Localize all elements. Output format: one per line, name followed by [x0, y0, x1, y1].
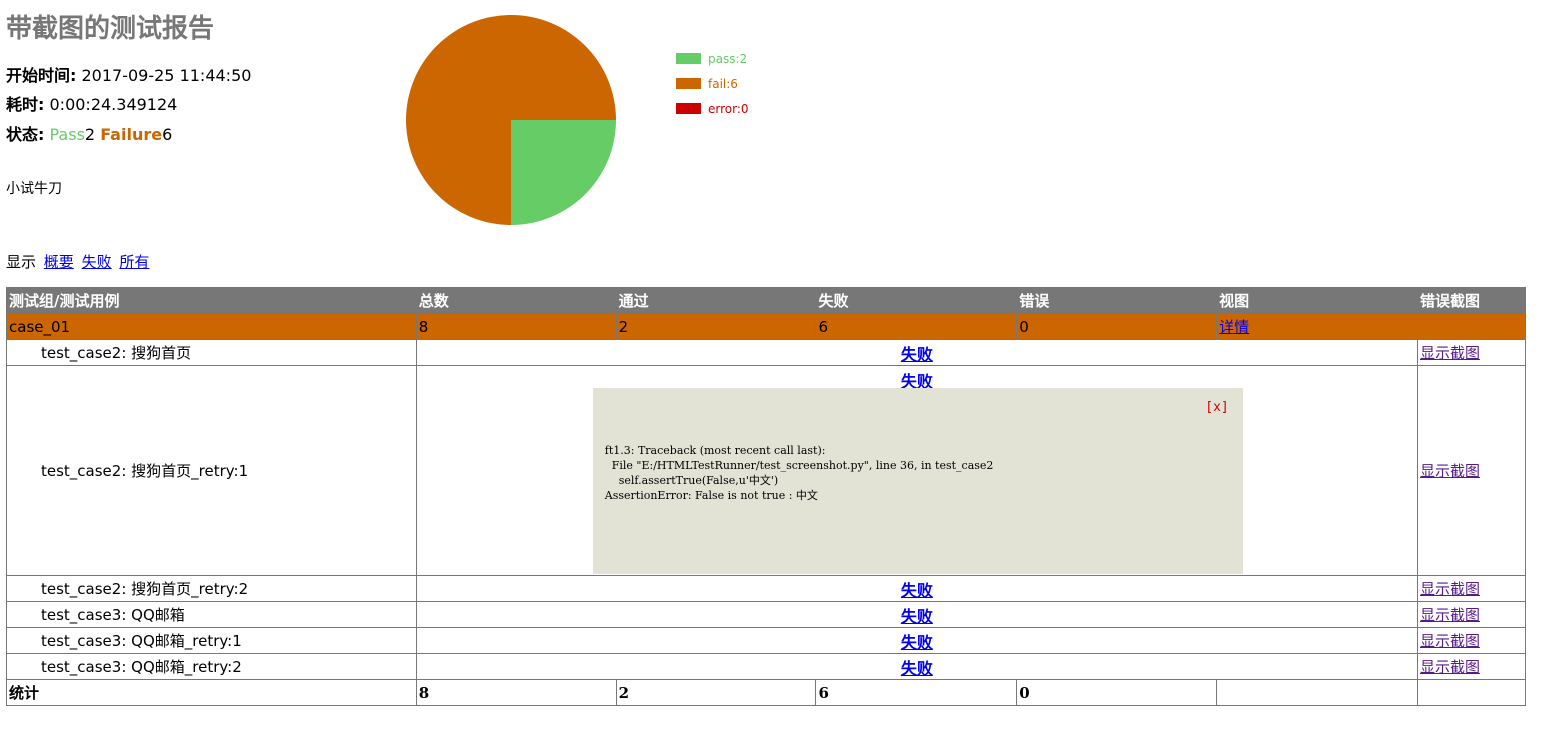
total-fail: 6 [815, 679, 1018, 706]
group-detail-link[interactable]: 详情 [1219, 318, 1249, 336]
header-pass: 通过 [615, 287, 817, 314]
filter-failed-link[interactable]: 失败 [82, 253, 112, 271]
header-total: 总数 [415, 287, 617, 314]
legend-label: error:0 [708, 102, 749, 116]
case-status-link[interactable]: 失败 [901, 345, 933, 364]
total-view-empty [1216, 679, 1418, 706]
status-pass-count: 2 [84, 125, 96, 144]
group-row: case_01 8 2 6 0 详情 [6, 313, 1527, 340]
total-screenshot-empty [1416, 679, 1527, 706]
start-time-value: 2017-09-25 11:44:50 [81, 66, 252, 85]
pie-legend: pass:2 fail:6 error:0 [676, 52, 749, 127]
start-time: 开始时间: 2017-09-25 11:44:50 [6, 62, 251, 86]
show-screenshot-link[interactable]: 显示截图 [1420, 606, 1480, 624]
traceback-popup: [x] ft1.3: Traceback (most recent call l… [592, 388, 1243, 574]
case-name: test_case2: 搜狗首页_retry:2 [6, 575, 417, 602]
legend-label: pass:2 [708, 52, 748, 66]
legend-swatch [676, 53, 701, 64]
table-row: test_case2: 搜狗首页 失败 显示截图 [6, 339, 1527, 366]
header-screenshot: 错误截图 [1416, 287, 1527, 314]
table-row: test_case3: QQ邮箱_retry:2 失败 显示截图 [6, 653, 1527, 680]
case-name: test_case3: QQ邮箱_retry:1 [6, 627, 417, 654]
report-description: 小试牛刀 [6, 181, 62, 197]
legend-item-error: error:0 [676, 102, 749, 127]
case-status-link[interactable]: 失败 [901, 659, 933, 678]
legend-item-fail: fail:6 [676, 77, 749, 102]
legend-item-pass: pass:2 [676, 52, 749, 77]
status-label: 状态: [6, 125, 45, 144]
filter-summary-link[interactable]: 概要 [44, 253, 74, 271]
legend-swatch [676, 78, 701, 89]
group-name: case_01 [6, 313, 417, 340]
filter-all-link[interactable]: 所有 [119, 253, 149, 271]
table-row: test_case3: QQ邮箱 失败 显示截图 [6, 601, 1527, 628]
case-name: test_case3: QQ邮箱 [6, 601, 417, 628]
duration-label: 耗时: [6, 95, 45, 114]
case-status-link[interactable]: 失败 [901, 633, 933, 652]
traceback-text: ft1.3: Traceback (most recent call last)… [604, 444, 994, 502]
total-pass: 2 [615, 679, 817, 706]
group-total: 8 [415, 313, 617, 340]
popup-close-button[interactable]: [x] [1205, 400, 1228, 415]
case-status-link[interactable]: 失败 [901, 607, 933, 626]
case-name: test_case2: 搜狗首页_retry:1 [6, 365, 417, 576]
filter-bar: 显示 概要 失败 所有 [6, 251, 149, 272]
total-row: 统计 8 2 6 0 [6, 679, 1527, 706]
status-pass-word: Pass [49, 125, 85, 144]
legend-label: fail:6 [708, 77, 738, 91]
group-pass: 2 [615, 313, 817, 340]
table-row: test_case2: 搜狗首页_retry:2 失败 显示截图 [6, 575, 1527, 602]
table-row: test_case3: QQ邮箱_retry:1 失败 显示截图 [6, 627, 1527, 654]
legend-swatch [676, 103, 701, 114]
start-time-label: 开始时间: [6, 66, 77, 85]
show-screenshot-link[interactable]: 显示截图 [1420, 580, 1480, 598]
table-header-row: 测试组/测试用例 总数 通过 失败 错误 视图 错误截图 [6, 287, 1527, 314]
case-name: test_case3: QQ邮箱_retry:2 [6, 653, 417, 680]
header-fail: 失败 [815, 287, 1018, 314]
duration-value: 0:00:24.349124 [49, 95, 178, 114]
total-error: 0 [1016, 679, 1218, 706]
group-screenshot-empty [1416, 313, 1527, 340]
show-screenshot-link[interactable]: 显示截图 [1420, 658, 1480, 676]
status-fail-word: Failure [100, 125, 163, 144]
group-fail: 6 [815, 313, 1018, 340]
result-table: 测试组/测试用例 总数 通过 失败 错误 视图 错误截图 case_01 8 2… [6, 287, 1527, 706]
total-label: 统计 [6, 679, 417, 706]
show-screenshot-link[interactable]: 显示截图 [1420, 632, 1480, 650]
case-name: test_case2: 搜狗首页 [6, 339, 417, 366]
table-row: test_case2: 搜狗首页_retry:1 失败 [x] ft1.3: T… [6, 365, 1527, 576]
header-error: 错误 [1016, 287, 1218, 314]
status-fail-count: 6 [162, 125, 173, 144]
header-case: 测试组/测试用例 [6, 287, 417, 314]
page-title: 带截图的测试报告 [6, 14, 215, 44]
result-pie-chart [406, 15, 616, 225]
show-screenshot-link[interactable]: 显示截图 [1420, 344, 1480, 362]
total-count: 8 [415, 679, 617, 706]
status-summary: 状态: Pass2 Failure6 [6, 121, 172, 145]
filter-label: 显示 [6, 253, 37, 271]
case-status-link[interactable]: 失败 [901, 581, 933, 600]
header-view: 视图 [1216, 287, 1418, 314]
duration: 耗时: 0:00:24.349124 [6, 91, 177, 115]
group-error: 0 [1016, 313, 1218, 340]
show-screenshot-link[interactable]: 显示截图 [1420, 462, 1480, 480]
pie-slice-pass [511, 120, 616, 225]
